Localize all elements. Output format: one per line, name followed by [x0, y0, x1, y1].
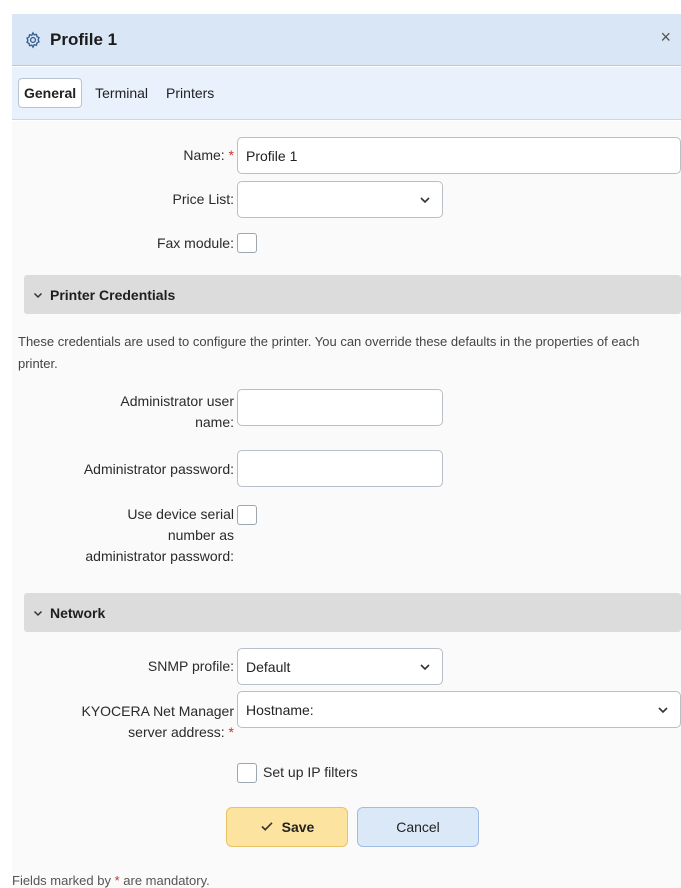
knm-server-select[interactable]: Hostname:	[237, 691, 681, 728]
tab-printers[interactable]: Printers	[161, 79, 219, 107]
printer-credentials-section-header[interactable]: Printer Credentials	[24, 275, 681, 314]
name-label: Name: *	[183, 147, 234, 163]
snmp-profile-select[interactable]: Default	[237, 648, 443, 685]
admin-password-input[interactable]	[237, 450, 443, 487]
price-list-select[interactable]	[237, 181, 443, 218]
admin-user-label: Administrator user name:	[120, 393, 234, 430]
price-list-label: Price List:	[172, 191, 234, 207]
save-button[interactable]: Save	[226, 807, 348, 847]
serial-password-label: Use device serial number as administrato…	[85, 506, 234, 564]
network-section-header[interactable]: Network	[24, 593, 681, 632]
chevron-down-icon	[420, 197, 430, 204]
button-bar: Save Cancel	[12, 807, 681, 849]
fax-row: Fax module:	[12, 231, 681, 257]
gear-icon	[24, 30, 42, 49]
fax-checkbox[interactable]	[237, 233, 257, 253]
required-marker: *	[228, 147, 234, 163]
save-button-label: Save	[281, 819, 315, 835]
serial-password-checkbox[interactable]	[237, 505, 257, 525]
admin-user-input[interactable]	[237, 389, 443, 426]
admin-password-label: Administrator password:	[83, 461, 234, 477]
snmp-profile-label: SNMP profile:	[147, 658, 234, 674]
close-icon[interactable]: ×	[660, 28, 671, 46]
chevron-down-icon	[658, 707, 668, 714]
mandatory-note: Fields marked by * are mandatory.	[12, 873, 210, 888]
name-row: Name: * Profile 1	[12, 137, 681, 177]
ip-filter-row: Set up IP filters	[12, 761, 681, 787]
dialog-title: Profile 1	[50, 29, 118, 49]
admin-password-row: Administrator password:	[12, 450, 681, 490]
cancel-button[interactable]: Cancel	[357, 807, 479, 847]
serial-password-row: Use device serial number as administrato…	[12, 504, 681, 574]
printer-credentials-title: Printer Credentials	[50, 286, 176, 303]
dialog-content: Name: * Profile 1 Price List: Fax module…	[12, 121, 681, 888]
fax-label: Fax module:	[156, 235, 234, 251]
tab-terminal[interactable]: Terminal	[90, 79, 153, 107]
ip-filter-checkbox[interactable]	[237, 763, 257, 783]
price-list-row: Price List:	[12, 181, 681, 221]
admin-user-row: Administrator user name:	[12, 389, 681, 439]
name-input[interactable]: Profile 1	[237, 137, 681, 174]
tab-general[interactable]: General	[18, 78, 83, 108]
chevron-down-icon	[32, 289, 44, 301]
dialog-titlebar: Profile 1 ×	[12, 14, 681, 66]
ip-filter-label[interactable]: Set up IP filters	[263, 764, 358, 780]
required-marker: *	[228, 724, 234, 740]
chevron-down-icon	[420, 664, 430, 671]
network-title: Network	[50, 604, 106, 621]
snmp-profile-value: Default	[246, 658, 291, 675]
chevron-down-icon	[32, 607, 44, 619]
knm-server-row: KYOCERA Net Manager server address: * Ho…	[12, 691, 681, 741]
checkmark-icon	[260, 819, 274, 836]
snmp-profile-row: SNMP profile: Default	[12, 648, 681, 688]
knm-server-value: Hostname:	[246, 701, 314, 718]
tab-bar: General Terminal Printers	[12, 67, 681, 120]
printer-credentials-description: These credentials are used to configure …	[18, 334, 640, 371]
knm-server-label: KYOCERA Net Manager server address: *	[81, 703, 234, 740]
